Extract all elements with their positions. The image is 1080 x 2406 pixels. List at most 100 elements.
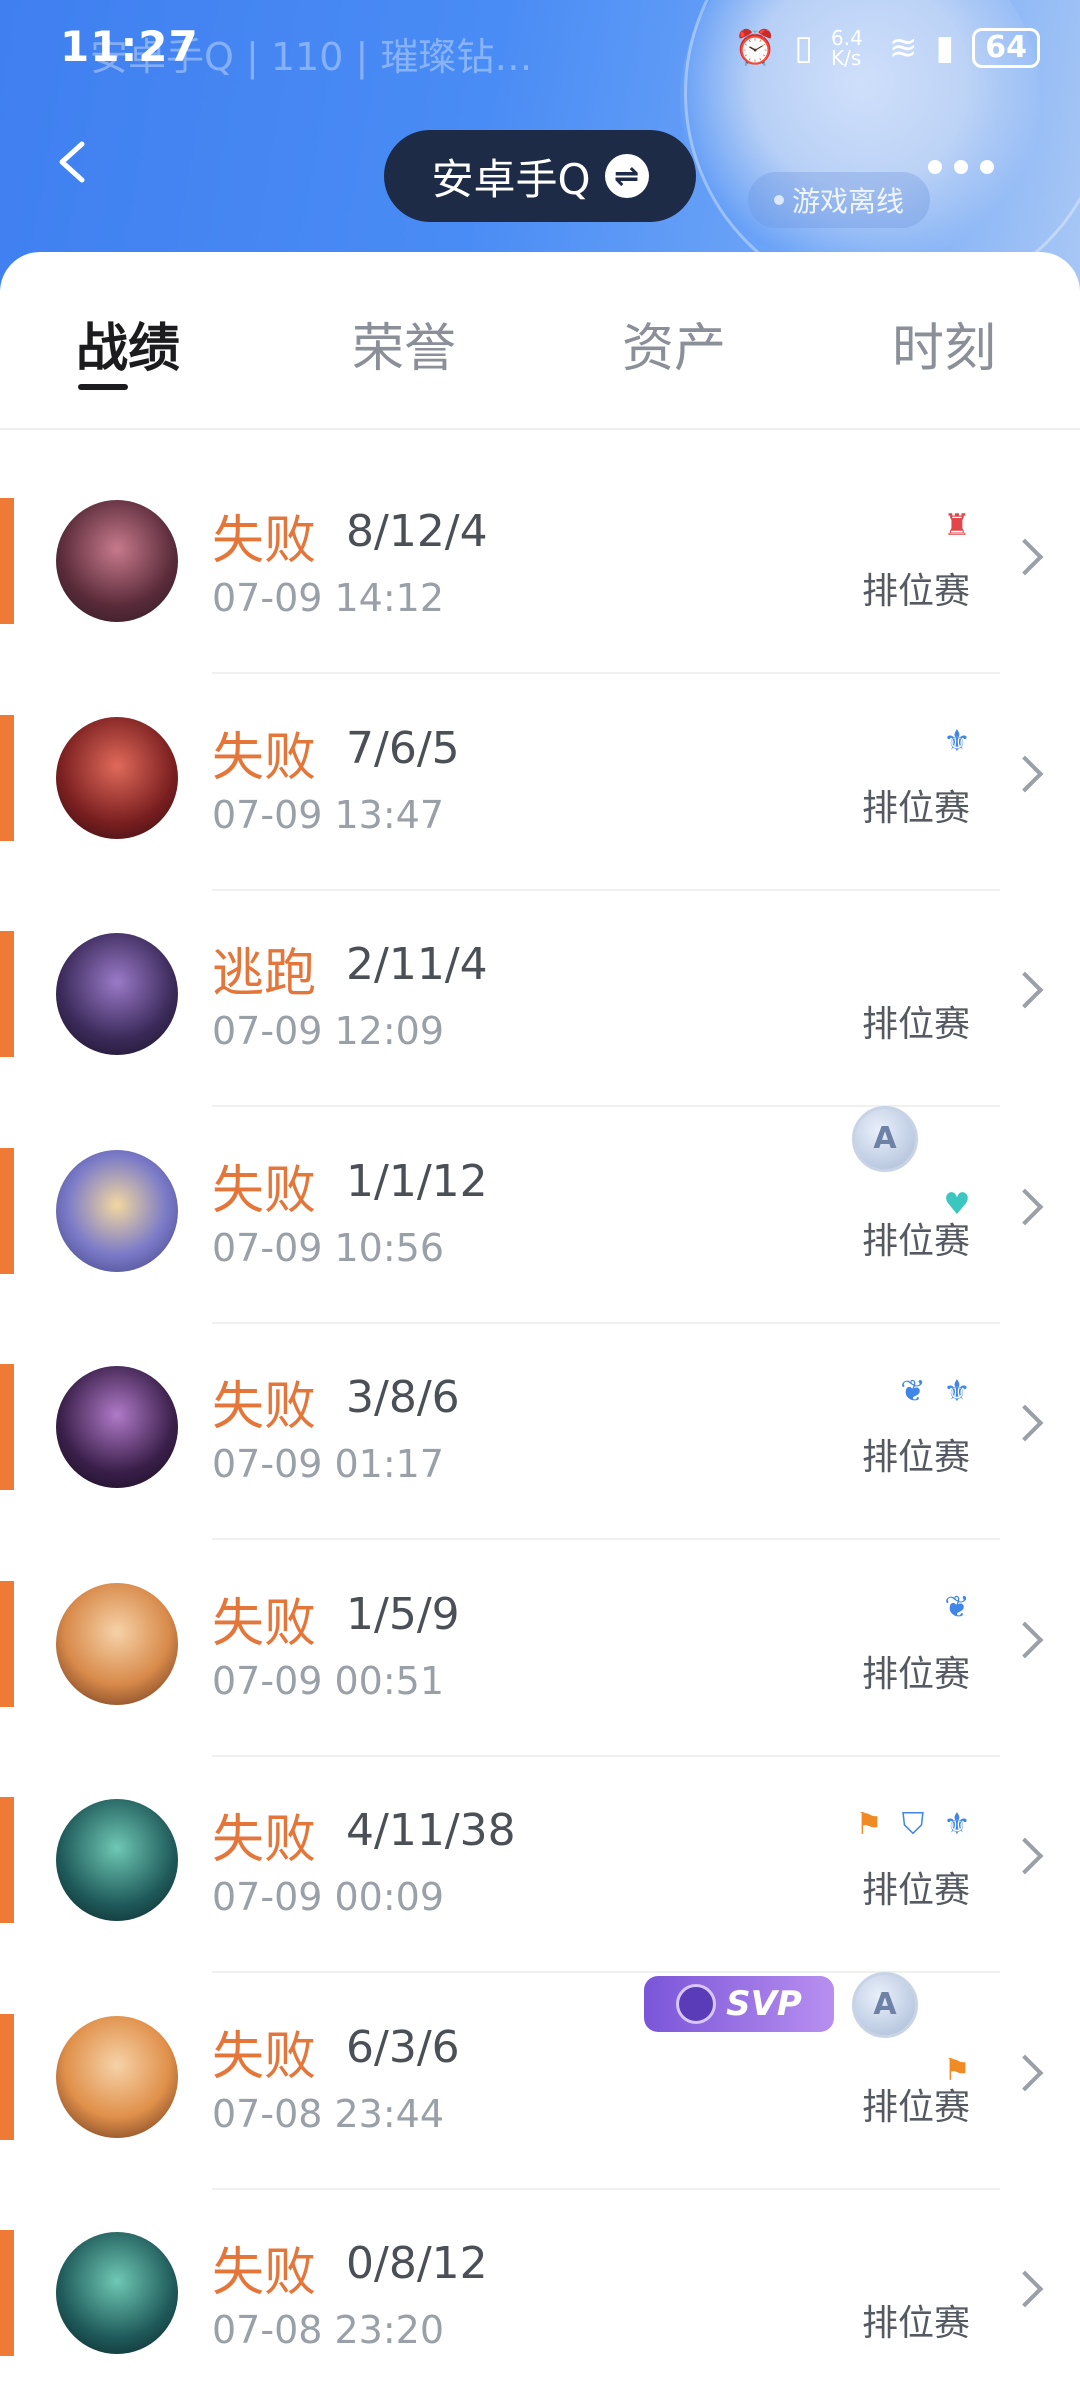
champion-avatar: [56, 933, 178, 1055]
match-mode: 排位赛: [861, 1437, 970, 1478]
chevron-right-icon: [1006, 1621, 1044, 1658]
match-kda: 6/3/6: [346, 2021, 460, 2073]
match-kda: 4/11/38: [346, 1805, 516, 1856]
blue-lotus-icon: ❦: [900, 1373, 926, 1409]
champion-avatar: [56, 716, 178, 839]
content-card: 战绩 荣誉 资产 时刻 失败 8/12/4 07-09 14:12 排位赛 ♜ 失败 7/6…: [0, 252, 1080, 2356]
match-time: 07-08 23:44: [212, 2091, 445, 2136]
result-indicator-bar: [0, 2013, 14, 2140]
tab-honor[interactable]: 荣誉: [352, 306, 456, 381]
chevron-right-icon: [1006, 2054, 1044, 2091]
game-status-label: 游戏离线: [792, 185, 905, 218]
match-kda: 1/5/9: [346, 1588, 460, 1640]
red-emblem-icon: ♜: [943, 507, 971, 543]
match-result: 逃跑: [212, 944, 317, 1004]
result-indicator-bar: [0, 931, 14, 1057]
orange-flag-icon: ⚑: [855, 1806, 883, 1842]
result-indicator-bar: [0, 498, 14, 624]
chevron-right-icon: [1006, 755, 1044, 792]
result-indicator-bar: [0, 1147, 14, 1274]
chevron-right-icon: [1006, 1837, 1044, 1875]
svp-gem-icon: [676, 1983, 717, 2024]
match-badges: ♜: [940, 507, 974, 543]
match-mode: 排位赛: [861, 1653, 970, 1695]
match-badges: ❦: [940, 1590, 974, 1625]
tab-assets[interactable]: 资产: [622, 306, 726, 381]
chevron-right-icon: [1006, 2270, 1044, 2308]
back-icon[interactable]: [52, 140, 96, 184]
match-time: 07-09 14:12: [212, 576, 445, 620]
champion-avatar: [56, 1149, 178, 1272]
match-mode: 排位赛: [861, 787, 970, 829]
result-indicator-bar: [0, 1797, 14, 1923]
blue-wing-icon: ⚜: [943, 1373, 971, 1409]
match-row[interactable]: 失败 7/6/5 07-09 13:47 排位赛 ⚜: [0, 675, 1080, 891]
match-row[interactable]: 失败 1/1/12 07-09 10:56 排位赛 ♥ A: [0, 1105, 1080, 1324]
match-badges: ⚑ ⛉ ⚜: [852, 1806, 974, 1842]
chevron-right-icon: [1006, 538, 1044, 576]
blue-shield-icon: ⛉: [901, 1806, 925, 1842]
tab-moments[interactable]: 时刻: [892, 306, 996, 381]
alarm-icon: ⏰: [733, 28, 777, 68]
match-result: 失败: [212, 727, 317, 788]
match-mode: 排位赛: [861, 571, 970, 612]
match-kda: 7/6/5: [346, 722, 460, 774]
status-time: 11:27: [60, 22, 199, 71]
status-icons: ⏰ ▯ 6.4 K/s ≋ ▮ 64: [734, 28, 1040, 68]
heart-plus-icon: ♥: [943, 1187, 971, 1222]
match-kda: 8/12/4: [346, 506, 488, 557]
swap-icon: ⇌: [604, 154, 649, 198]
match-mode: 排位赛: [861, 1004, 970, 1045]
battery-indicator: 64: [972, 28, 1040, 68]
match-mode: 排位赛: [861, 2303, 970, 2344]
account-switch-pill[interactable]: 安卓手Q ⇌: [384, 130, 696, 222]
signal-icon: ▮: [935, 28, 955, 68]
match-row[interactable]: 失败 4/11/38 07-09 00:09 排位赛 ⚑ ⛉ ⚜: [0, 1757, 1080, 1973]
orange-flag-icon: ⚑: [943, 2053, 971, 2088]
tab-record[interactable]: 战绩: [76, 306, 180, 381]
match-badges: ⚑: [940, 2053, 974, 2088]
match-badges: ❦ ⚜: [896, 1373, 974, 1409]
match-row[interactable]: 失败 6/3/6 07-08 23:44 排位赛 ⚑ A SVP: [0, 1971, 1080, 2190]
more-menu-icon[interactable]: [928, 160, 994, 174]
network-speed: 6.4 K/s: [831, 26, 863, 70]
champion-avatar: [56, 1799, 178, 1921]
match-time: 07-09 00:09: [212, 1875, 445, 1919]
svp-label: SVP: [726, 1983, 802, 2024]
match-time: 07-09 10:56: [212, 1225, 445, 1270]
game-status-badge: 游戏离线: [748, 172, 931, 228]
page-title: 安卓手Q: [431, 154, 591, 204]
blue-lotus-icon: ❦: [944, 1590, 970, 1625]
vibrate-icon: ▯: [794, 28, 814, 68]
champion-avatar: [56, 2015, 178, 2138]
match-row[interactable]: 失败 1/5/9 07-09 00:51 排位赛 ❦: [0, 1541, 1080, 1757]
a-medal-icon: A: [852, 1105, 918, 1172]
match-row[interactable]: 失败 0/8/12 07-08 23:20 排位赛: [0, 2190, 1080, 2406]
champion-avatar: [56, 1366, 178, 1488]
match-result: 失败: [212, 1593, 317, 1654]
match-badges: ♥: [940, 1187, 974, 1222]
chevron-right-icon: [1006, 1404, 1044, 1442]
wifi-icon: ≋: [889, 28, 918, 68]
match-row[interactable]: 失败 3/8/6 07-09 01:17 排位赛 ❦ ⚜: [0, 1324, 1080, 1540]
match-result: 失败: [212, 2243, 317, 2303]
match-kda: 2/11/4: [346, 939, 488, 990]
a-medal-icon: A: [852, 1971, 918, 2038]
champion-avatar: [56, 500, 178, 622]
match-kda: 0/8/12: [346, 2238, 488, 2289]
match-row[interactable]: 逃跑 2/11/4 07-09 12:09 排位赛: [0, 891, 1080, 1107]
chevron-right-icon: [1006, 1188, 1044, 1225]
match-kda: 3/8/6: [346, 1372, 460, 1423]
match-time: 07-09 13:47: [212, 792, 445, 837]
status-dot-icon: [774, 195, 784, 205]
blue-wing-icon: ⚜: [943, 1806, 971, 1842]
match-time: 07-08 23:20: [212, 2308, 445, 2352]
result-indicator-bar: [0, 2230, 14, 2356]
match-row[interactable]: 失败 8/12/4 07-09 14:12 排位赛 ♜: [0, 458, 1080, 674]
match-result: 失败: [212, 1377, 317, 1437]
chevron-right-icon: [1006, 971, 1044, 1009]
match-time: 07-09 12:09: [212, 1009, 445, 1053]
tab-bar: 战绩 荣誉 资产 时刻: [0, 252, 1080, 428]
champion-avatar: [56, 2232, 178, 2354]
match-result: 失败: [212, 2026, 317, 2087]
